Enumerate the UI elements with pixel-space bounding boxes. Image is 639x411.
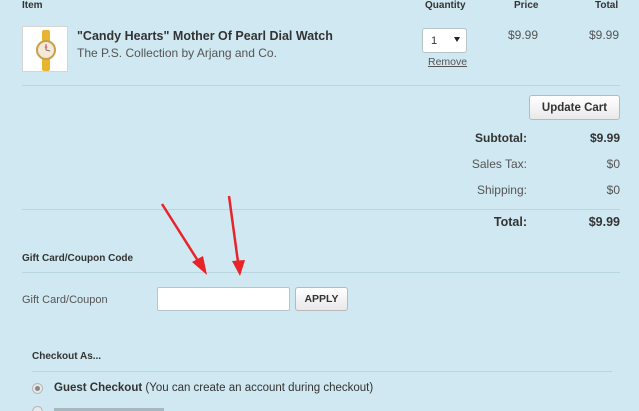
annotation-arrows — [160, 195, 245, 276]
annotation-arrow-right — [227, 195, 245, 276]
annotation-arrow-left — [160, 203, 207, 275]
